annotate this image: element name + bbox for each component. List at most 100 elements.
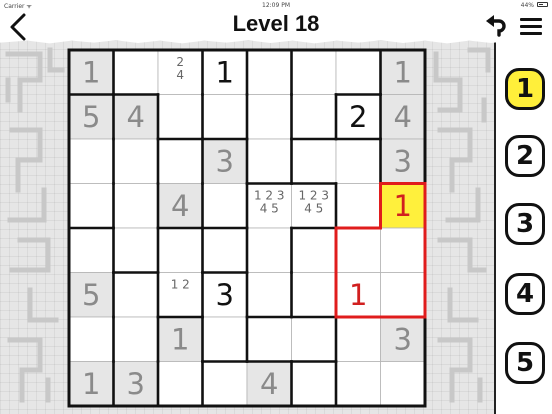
grid-cell[interactable] [335, 316, 381, 362]
grid-cell[interactable] [113, 316, 159, 362]
cell-background [246, 272, 292, 318]
grid-cell[interactable]: 1 [335, 272, 381, 318]
grid-cell[interactable]: 3 [380, 138, 426, 184]
grid-cell[interactable] [157, 227, 203, 273]
cell-value: 3 [394, 144, 412, 178]
cell-value: 1 [349, 278, 367, 312]
grid-cell[interactable] [113, 227, 159, 273]
grid-cell[interactable]: 1 2 34 5 [291, 183, 337, 229]
grid-cell[interactable]: 4 [157, 183, 203, 229]
undo-button[interactable] [484, 14, 508, 38]
grid-cell[interactable] [291, 49, 337, 95]
grid-cell[interactable] [202, 361, 248, 407]
header-bar: Level 18 [0, 10, 552, 44]
grid-cell[interactable] [246, 272, 292, 318]
menu-button[interactable] [518, 15, 544, 37]
grid-cell[interactable] [157, 361, 203, 407]
cell-background [68, 138, 114, 184]
grid-cell[interactable]: 5 [68, 94, 114, 140]
grid-cell[interactable] [202, 316, 248, 362]
grid-cell[interactable] [157, 138, 203, 184]
number-button-3[interactable]: 3 [505, 203, 545, 245]
grid-cell[interactable] [157, 94, 203, 140]
grid-cell[interactable] [113, 183, 159, 229]
battery-percent: 44% [520, 2, 534, 9]
undo-icon [486, 15, 506, 37]
grid-cell[interactable] [113, 138, 159, 184]
grid-cell[interactable] [335, 138, 381, 184]
grid-cell[interactable] [246, 49, 292, 95]
grid-cell[interactable] [68, 316, 114, 362]
grid-cell[interactable] [291, 272, 337, 318]
cell-background [380, 227, 426, 273]
pencil-notes: 1 2 [171, 278, 190, 292]
number-button-4[interactable]: 4 [505, 273, 545, 315]
grid-cell[interactable] [291, 138, 337, 184]
grid-cell[interactable] [335, 361, 381, 407]
grid-cell[interactable]: 2 [335, 94, 381, 140]
cell-value: 1 [171, 322, 189, 356]
cell-background [246, 138, 292, 184]
grid-cell[interactable] [246, 138, 292, 184]
grid-cell[interactable] [380, 227, 426, 273]
grid-cell[interactable] [380, 272, 426, 318]
grid-cell[interactable]: 5 [68, 272, 114, 318]
pencil-notes: 2 [176, 55, 184, 69]
cell-background [157, 227, 203, 273]
grid-cell[interactable]: 1 2 [157, 272, 203, 318]
cell-background [335, 183, 381, 229]
grid-cell[interactable]: 1 [68, 49, 114, 95]
cell-background [291, 49, 337, 95]
cell-background [202, 361, 248, 407]
pencil-notes: 1 2 3 [298, 189, 329, 203]
clock: 12:09 PM [262, 2, 290, 9]
grid-cell[interactable] [68, 183, 114, 229]
cell-value: 1 [394, 55, 412, 89]
grid-cell[interactable]: 1 [380, 183, 426, 229]
grid-cell[interactable] [380, 361, 426, 407]
grid-cell[interactable]: 1 [68, 361, 114, 407]
cell-background [113, 316, 159, 362]
grid-cell[interactable] [202, 227, 248, 273]
cell-background [157, 138, 203, 184]
cell-background [202, 316, 248, 362]
grid-cell[interactable]: 1 [202, 49, 248, 95]
grid-cell[interactable] [68, 227, 114, 273]
grid-cell[interactable] [291, 227, 337, 273]
grid-cell[interactable]: 4 [380, 94, 426, 140]
grid-cell[interactable] [113, 272, 159, 318]
number-button-5[interactable]: 5 [505, 342, 545, 384]
grid-cell[interactable]: 3 [202, 138, 248, 184]
grid-cell[interactable] [68, 138, 114, 184]
grid-cell[interactable]: 4 [246, 361, 292, 407]
grid-cell[interactable] [202, 94, 248, 140]
cell-background [113, 138, 159, 184]
cell-background [202, 94, 248, 140]
cell-background [291, 227, 337, 273]
grid-cell[interactable]: 3 [380, 316, 426, 362]
grid-cell[interactable] [335, 49, 381, 95]
grid-cell[interactable]: 1 [380, 49, 426, 95]
grid-cell[interactable]: 3 [202, 272, 248, 318]
grid-cell[interactable]: 3 [113, 361, 159, 407]
grid-cell[interactable]: 1 [157, 316, 203, 362]
cell-value: 1 [82, 55, 100, 89]
grid-cell[interactable] [246, 227, 292, 273]
grid-cell[interactable] [291, 94, 337, 140]
grid-cell[interactable] [291, 361, 337, 407]
level-title: Level 18 [232, 11, 320, 36]
cell-value: 3 [127, 367, 145, 401]
number-button-2[interactable]: 2 [505, 135, 545, 177]
grid-cell[interactable] [335, 227, 381, 273]
grid-cell[interactable]: 4 [113, 94, 159, 140]
grid-cell[interactable] [113, 49, 159, 95]
grid-cell[interactable] [246, 316, 292, 362]
grid-cell[interactable] [291, 316, 337, 362]
grid-cell[interactable]: 24 [157, 49, 203, 95]
grid-cell[interactable]: 1 2 34 5 [246, 183, 292, 229]
grid-cell[interactable] [335, 183, 381, 229]
grid-cell[interactable] [246, 94, 292, 140]
grid-cell[interactable] [202, 183, 248, 229]
cell-background [157, 361, 203, 407]
number-button-1[interactable]: 1 [505, 68, 545, 110]
